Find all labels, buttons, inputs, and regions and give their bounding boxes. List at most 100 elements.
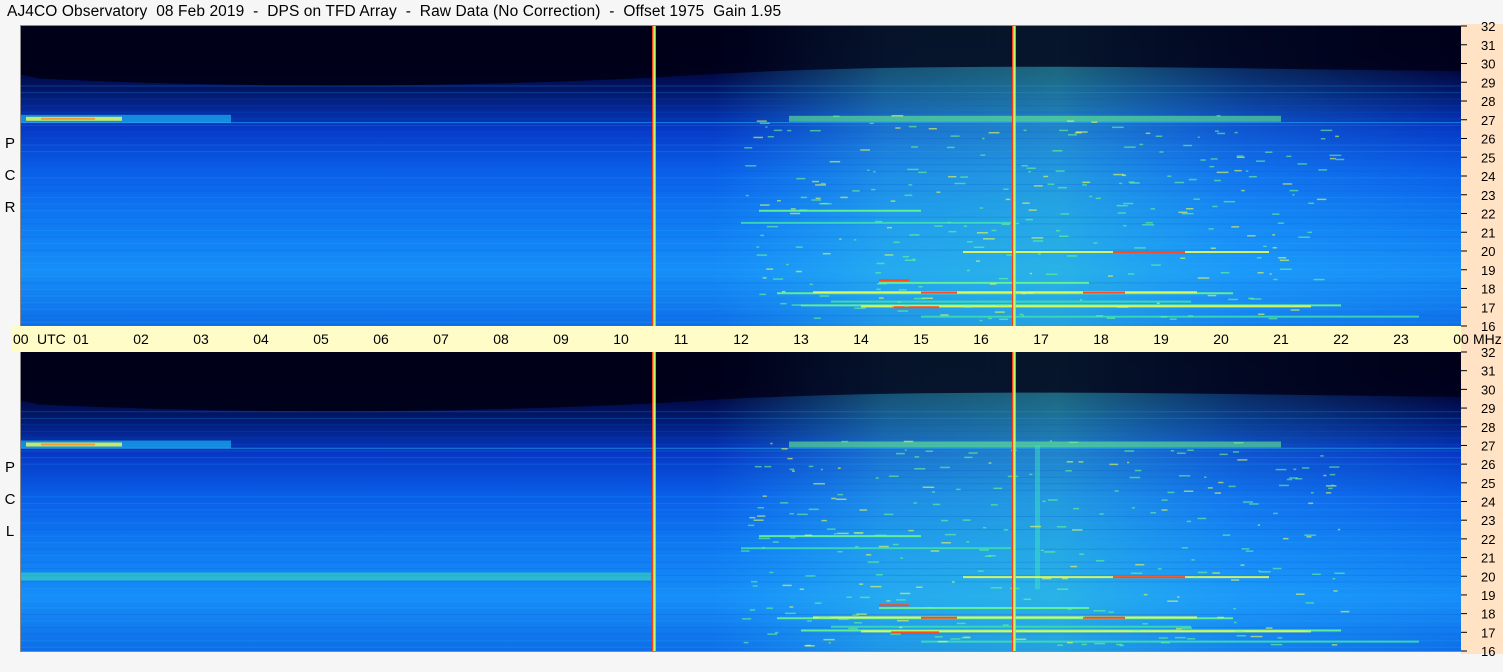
speckle <box>1187 638 1196 640</box>
speckle <box>1058 186 1067 189</box>
speckle <box>744 147 753 149</box>
speckle <box>749 609 756 611</box>
speckle <box>1043 175 1049 178</box>
speckle <box>820 182 826 185</box>
speckle <box>757 515 766 517</box>
time-tick-label: 00 <box>13 331 29 347</box>
speckle <box>1241 189 1245 192</box>
spectrogram-panel-rcp <box>21 26 1461 326</box>
speckle <box>1329 466 1340 468</box>
speckle <box>866 554 872 556</box>
speckle <box>1200 159 1206 161</box>
time-tick-label: 14 <box>853 331 869 347</box>
speckle <box>1067 608 1072 610</box>
speckle <box>963 225 967 227</box>
time-tick-label: 02 <box>133 331 149 347</box>
speckle <box>1193 198 1200 200</box>
speckle <box>1057 644 1063 646</box>
speckle <box>808 465 814 468</box>
speckle <box>876 262 885 265</box>
freq-tick-label: 21 <box>1481 225 1495 240</box>
speckle <box>748 524 755 527</box>
speckle <box>1304 534 1316 536</box>
speckle <box>937 640 948 643</box>
speckle <box>1210 158 1218 160</box>
speckle <box>1176 452 1186 454</box>
speckle <box>990 587 1003 589</box>
speckle <box>1074 131 1082 134</box>
speckle <box>930 550 940 552</box>
speckle <box>1056 588 1069 590</box>
speckle <box>773 129 783 132</box>
cb-band-peak <box>41 117 95 120</box>
time-tick-label: 13 <box>793 331 809 347</box>
speckle <box>769 571 774 574</box>
speckle <box>888 475 899 478</box>
speckle <box>1231 579 1240 581</box>
speckle <box>1180 257 1186 259</box>
speckle <box>1003 529 1009 531</box>
speckle <box>1052 150 1063 152</box>
speckle <box>1073 507 1080 510</box>
speckle <box>743 641 749 644</box>
speckle <box>1236 155 1244 157</box>
speckle <box>908 184 913 186</box>
speckle <box>752 585 758 587</box>
speckle <box>1197 517 1207 520</box>
speckle <box>867 169 870 172</box>
speckle <box>766 268 774 270</box>
speckle <box>1003 188 1009 190</box>
speckle <box>941 542 951 544</box>
speckle <box>1278 256 1287 259</box>
speckle <box>756 246 760 248</box>
speckle <box>966 269 971 272</box>
speckle <box>1060 213 1070 215</box>
speckle <box>860 149 870 151</box>
speckle <box>1236 634 1247 637</box>
speckle <box>1248 297 1254 300</box>
speckle <box>890 200 896 202</box>
speckle <box>1094 642 1106 645</box>
speckle <box>1247 235 1256 237</box>
speckle <box>1123 202 1134 205</box>
speckle <box>979 319 983 322</box>
speckle <box>749 516 756 519</box>
time-tick-label: 07 <box>433 331 449 347</box>
speckle <box>1214 179 1221 182</box>
time-tick-label: 00 <box>1453 331 1469 347</box>
time-tick-label: 03 <box>193 331 209 347</box>
time-tick-label: 04 <box>253 331 269 347</box>
time-tick-label: 15 <box>913 331 929 347</box>
speckle <box>1335 135 1339 138</box>
time-tick-label: 19 <box>1153 331 1169 347</box>
spectrogram-svg: 00 01 02 03 04 05 06 07 08 09 10 11 12 13 14 15 16 17 18 19… <box>13 19 1502 659</box>
speckle <box>983 238 995 240</box>
speckle <box>918 286 923 288</box>
marker-line-red <box>1012 352 1014 651</box>
marker-line-yellow <box>1013 26 1015 326</box>
speckle <box>820 468 823 471</box>
speckle <box>999 318 1009 321</box>
speckle <box>1022 202 1030 204</box>
speckle <box>1093 242 1098 244</box>
speckle <box>1248 175 1257 178</box>
speckle <box>932 503 941 506</box>
speckle <box>789 468 795 471</box>
speckle <box>1185 207 1194 210</box>
speckle <box>1296 593 1305 595</box>
speckle <box>890 633 901 635</box>
speckle <box>1188 178 1197 181</box>
speckle <box>1145 132 1151 135</box>
speckle <box>1237 459 1248 461</box>
speckle <box>1021 164 1028 167</box>
speckle <box>1026 167 1036 170</box>
freq-tick-label: 20 <box>1481 569 1495 584</box>
speckle <box>1245 170 1249 172</box>
speckle <box>1290 304 1294 307</box>
speckle <box>1099 513 1104 515</box>
speckle <box>940 466 950 469</box>
time-tick-label: 01 <box>73 331 89 347</box>
speckle <box>852 614 860 616</box>
speckle <box>1228 485 1236 488</box>
speckle <box>1279 268 1292 271</box>
